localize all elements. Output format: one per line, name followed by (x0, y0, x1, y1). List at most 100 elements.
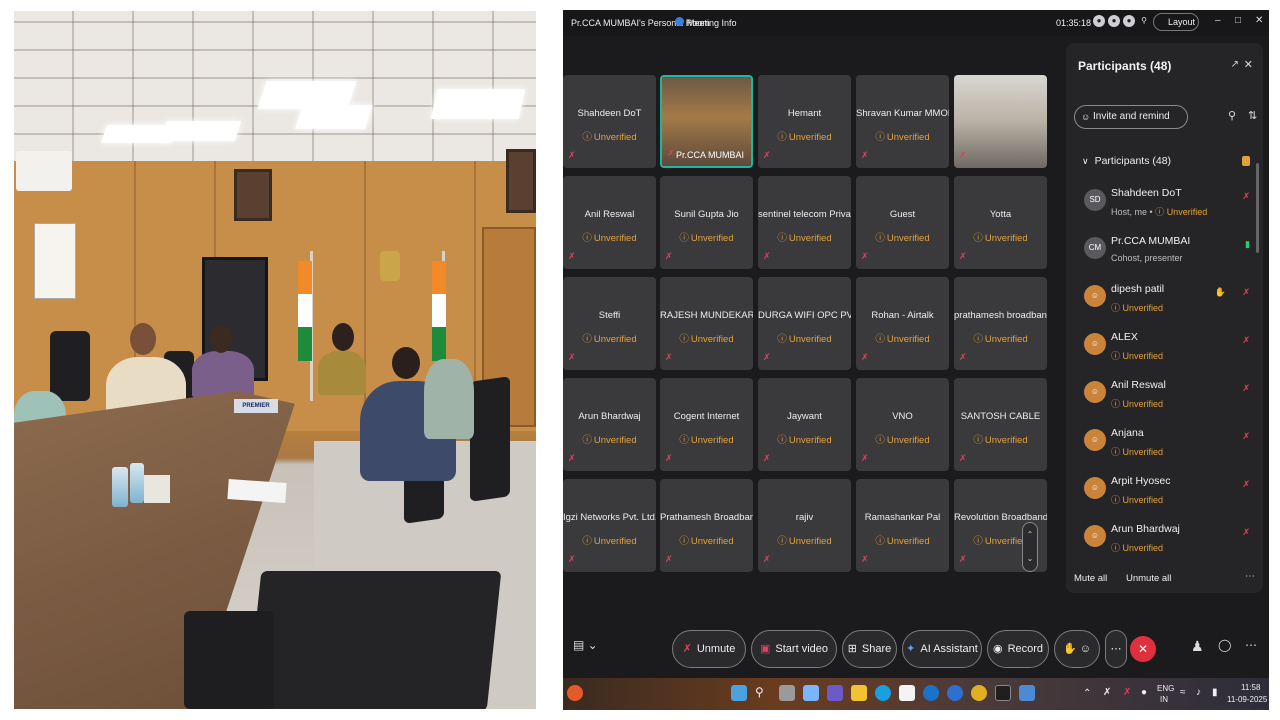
close-icon[interactable]: ✕ (1255, 15, 1263, 26)
participant-tile[interactable]: Guest Unverified ✗ (856, 176, 949, 269)
participant-tile[interactable]: prathamesh broadban... Unverified ✗ (954, 277, 1047, 370)
unmute-button[interactable]: ✗ Unmute (672, 630, 746, 668)
lock-icon[interactable] (1242, 156, 1250, 166)
participant-tile[interactable]: Steffi Unverified ✗ (563, 277, 656, 370)
participant-row[interactable]: ☺ ALEX ⓘ Unverified ✗ (1076, 329, 1256, 375)
participant-tile[interactable]: Igzi Networks Pvt. Ltd. Unverified ✗ (563, 479, 656, 572)
participant-row[interactable]: ☺ dipesh patil ⓘ Unverified ✗ ✋ (1076, 281, 1256, 327)
clock-time[interactable]: 11:58 (1241, 683, 1260, 692)
participant-row[interactable]: ☺ Anjana ⓘ Unverified ✗ (1076, 425, 1256, 471)
participant-tile[interactable]: sentinel telecom Priva... Unverified ✗ (758, 176, 851, 269)
invite-and-remind-button[interactable]: Invite and remind (1074, 105, 1188, 129)
ai-assistant-button[interactable]: ✦ AI Assistant (902, 630, 982, 668)
panel-close-icon[interactable]: ✕ (1244, 58, 1253, 71)
participant-tile[interactable]: Pr.CCA MUMBAI ✗ (660, 75, 753, 168)
tray-icon[interactable]: ✗ (1103, 687, 1111, 698)
participant-row[interactable]: ☺ Anil Reswal ⓘ Unverified ✗ (1076, 377, 1256, 423)
task-view-icon[interactable] (779, 685, 795, 701)
participant-tile[interactable]: Ramashankar Pal Unverified ✗ (856, 479, 949, 572)
teams-icon[interactable] (827, 685, 843, 701)
webex-icon[interactable]: ● (1093, 15, 1105, 27)
chrome-icon[interactable] (971, 685, 987, 701)
mic-muted-tray-icon[interactable]: ✗ (1123, 687, 1131, 698)
participant-tile[interactable]: Arun Bhardwaj Unverified ✗ (563, 378, 656, 471)
layout-button[interactable]: Layout (1153, 13, 1199, 31)
start-video-button[interactable]: ▣ Start video (751, 630, 837, 668)
meeting-info-link[interactable]: Meeting Info (687, 18, 737, 28)
tray-icon[interactable]: ● (1141, 687, 1147, 698)
participant-tile[interactable]: Yotta Unverified ✗ (954, 176, 1047, 269)
settings-icon[interactable] (1019, 685, 1035, 701)
participants-icon[interactable]: ♟ (1191, 638, 1204, 655)
scrollbar[interactable] (1256, 163, 1259, 253)
copilot-icon[interactable] (803, 685, 819, 701)
mic-muted-icon[interactable]: ✗ (1242, 287, 1250, 298)
participant-tile[interactable]: RAJESH MUNDEKAR Unverified ✗ (660, 277, 753, 370)
participant-row[interactable]: CM Pr.CCA MUMBAI Cohost, presenter ▮ (1076, 233, 1256, 279)
participant-tile[interactable]: DURGA WIFI OPC PVT... Unverified ✗ (758, 277, 851, 370)
mic-muted-icon[interactable]: ✗ (1242, 479, 1250, 490)
start-icon[interactable] (731, 685, 747, 701)
more-options-icon[interactable]: ⋯ (1245, 638, 1257, 652)
clock-date[interactable]: 11-09-2025 (1227, 695, 1267, 704)
participant-tile[interactable]: Hemant Unverified ✗ (758, 75, 851, 168)
leave-meeting-button[interactable]: ✕ (1130, 636, 1156, 662)
connection-icon[interactable]: ● (1108, 15, 1120, 27)
mic-on-icon[interactable]: ▮ (1245, 239, 1250, 250)
reactions-button[interactable]: ✋ ☺ (1054, 630, 1100, 668)
more-button[interactable]: ⋯ (1105, 630, 1127, 668)
participant-tile[interactable]: Sunil Gupta Jio Unverified ✗ (660, 176, 753, 269)
participant-tile[interactable]: ✗ (954, 75, 1047, 168)
shield-icon[interactable]: ● (1123, 15, 1135, 27)
hp-icon[interactable] (923, 685, 939, 701)
more-options-icon[interactable]: ⋯ (1245, 571, 1255, 582)
info-icon[interactable] (675, 17, 684, 26)
participant-tile[interactable]: SANTOSH CABLE Unverified ✗ (954, 378, 1047, 471)
participant-tile[interactable]: Shahdeen DoT Unverified ✗ (563, 75, 656, 168)
meeting-controls: ▤ ⌄ ✗ Unmute ▣ Start video ⊞ Share ✦ AI Assi… (563, 618, 1269, 678)
mic-muted-icon[interactable]: ✗ (1242, 431, 1250, 442)
restore-icon[interactable]: □ (1235, 15, 1241, 26)
participant-tile[interactable]: Cogent Internet Unverified ✗ (660, 378, 753, 471)
participant-tile[interactable]: rajiv Unverified ✗ (758, 479, 851, 572)
webex-taskbar-icon[interactable] (995, 685, 1011, 701)
participant-row[interactable]: SD Shahdeen DoT Host, me • ⓘ Unverified ✗ (1076, 185, 1256, 231)
mute-all-button[interactable]: Mute all (1074, 573, 1107, 584)
mic-muted-icon[interactable]: ✗ (1242, 527, 1250, 538)
help-icon[interactable] (947, 685, 963, 701)
participant-tile[interactable]: Shravan Kumar MMOPL Unverified ✗ (856, 75, 949, 168)
search-icon[interactable]: ⚲ (755, 685, 771, 701)
participant-tile[interactable]: Jaywant Unverified ✗ (758, 378, 851, 471)
volume-icon[interactable]: ♪ (1196, 687, 1201, 698)
mic-muted-icon[interactable]: ✗ (1242, 191, 1250, 202)
participant-tile[interactable]: Prathamesh Broadband Unverified ✗ (660, 479, 753, 572)
popout-icon[interactable]: ↗ (1231, 59, 1239, 70)
participant-row[interactable]: ☺ Arpit Hyosec ⓘ Unverified ✗ (1076, 473, 1256, 519)
unmute-all-button[interactable]: Unmute all (1126, 573, 1171, 584)
edge-icon[interactable] (875, 685, 891, 701)
tray-overflow-icon[interactable]: ⌃ (1083, 688, 1091, 699)
record-button[interactable]: ◉ Record (987, 630, 1049, 668)
minimize-icon[interactable]: – (1215, 15, 1221, 26)
mic-muted-icon[interactable]: ✗ (1242, 335, 1250, 346)
grid-scroll-arrows[interactable]: ⌃ ⌄ (1022, 522, 1038, 572)
participant-tile[interactable]: VNO Unverified ✗ (856, 378, 949, 471)
store-icon[interactable] (899, 685, 915, 701)
wifi-icon[interactable]: ≈ (1180, 687, 1186, 698)
participants-section-header[interactable]: Participants (48) (1082, 155, 1171, 167)
participant-tile[interactable]: Rohan - Airtalk Unverified ✗ (856, 277, 949, 370)
mic-muted-icon[interactable]: ✗ (1242, 383, 1250, 394)
sort-icon[interactable]: ⇅ (1248, 109, 1257, 122)
chat-icon[interactable]: ◯ (1218, 638, 1231, 652)
search-icon[interactable]: ⚲ (1138, 15, 1150, 27)
weather-icon[interactable] (567, 685, 583, 701)
participant-row[interactable]: ☺ Arun Bhardwaj ⓘ Unverified ✗ (1076, 521, 1256, 567)
participant-tile[interactable]: Anil Reswal Unverified ✗ (563, 176, 656, 269)
search-icon[interactable]: ⚲ (1228, 109, 1236, 122)
battery-icon[interactable]: ▮ (1212, 687, 1218, 698)
file-explorer-icon[interactable] (851, 685, 867, 701)
share-button[interactable]: ⊞ Share (842, 630, 897, 668)
captions-icon[interactable]: ▤ ⌄ (573, 638, 598, 652)
language-top[interactable]: ENG (1157, 684, 1174, 693)
language-bottom[interactable]: IN (1160, 695, 1168, 704)
